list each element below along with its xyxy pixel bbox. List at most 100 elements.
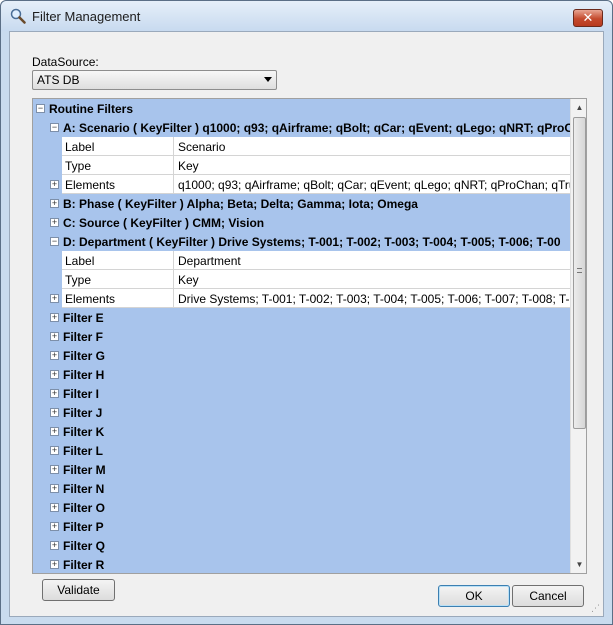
filter-category-row[interactable]: + Filter F (33, 327, 570, 346)
property-value[interactable]: Key (174, 270, 570, 289)
filter-category-row[interactable]: + C: Source ( KeyFilter ) CMM; Vision (33, 213, 570, 232)
resize-grip-icon[interactable]: ⋰ (591, 604, 601, 614)
filter-category-row[interactable]: + Filter G (33, 346, 570, 365)
property-value[interactable]: q1000; q93; qAirframe; qBolt; qCar; qEve… (174, 175, 570, 194)
filter-management-window: Filter Management ✕ DataSource: ATS DB −… (0, 0, 613, 625)
category-label: Filter G (63, 349, 106, 363)
expand-icon[interactable]: + (50, 332, 59, 341)
scroll-thumb[interactable] (573, 117, 586, 429)
row-gutter (33, 270, 62, 289)
expand-icon[interactable]: + (50, 484, 59, 493)
expand-icon[interactable]: + (50, 503, 59, 512)
property-grid: − Routine Filters − A: Scenario ( KeyFilt… (32, 98, 587, 574)
category-label: Filter K (63, 425, 105, 439)
expand-icon[interactable]: + (50, 370, 59, 379)
category-label: C: Source ( KeyFilter ) CMM; Vision (63, 216, 265, 230)
expand-icon[interactable]: + (50, 389, 59, 398)
collapse-icon[interactable]: − (50, 237, 59, 246)
expand-icon[interactable]: + (50, 199, 59, 208)
expand-icon[interactable]: + (50, 351, 59, 360)
routine-filters-category[interactable]: − Routine Filters (33, 99, 570, 118)
category-label: Routine Filters (49, 102, 134, 116)
ok-button[interactable]: OK (438, 585, 510, 607)
validate-button[interactable]: Validate (42, 579, 115, 601)
category-label: Filter L (63, 444, 104, 458)
filter-category-row[interactable]: − A: Scenario ( KeyFilter ) q1000; q93; q… (33, 118, 570, 137)
property-row[interactable]: Type Key (33, 270, 570, 289)
category-label: Filter J (63, 406, 103, 420)
property-label: Label (62, 251, 174, 270)
filter-category-row[interactable]: + Filter P (33, 517, 570, 536)
category-label: Filter R (63, 558, 105, 572)
row-gutter (33, 137, 62, 156)
property-row[interactable]: + Elements Drive Systems; T-001; T-002; T-… (33, 289, 570, 308)
filter-category-row[interactable]: + Filter M (33, 460, 570, 479)
property-label: Label (62, 137, 174, 156)
property-label: Type (62, 156, 174, 175)
property-grid-rows: − Routine Filters − A: Scenario ( KeyFilt… (33, 99, 570, 573)
property-row[interactable]: Type Key (33, 156, 570, 175)
thumb-grip-icon (577, 268, 582, 273)
scroll-up-arrow-icon[interactable]: ▲ (571, 99, 586, 116)
property-value[interactable]: Scenario (174, 137, 570, 156)
property-row[interactable]: + Elements q1000; q93; qAirframe; qBolt; q… (33, 175, 570, 194)
expand-icon[interactable]: + (50, 541, 59, 550)
category-label: Filter O (63, 501, 106, 515)
property-label: Type (62, 270, 174, 289)
category-label: B: Phase ( KeyFilter ) Alpha; Beta; Delt… (63, 197, 418, 211)
property-row[interactable]: Label Department (33, 251, 570, 270)
filter-category-row[interactable]: + Filter J (33, 403, 570, 422)
category-label: Filter N (63, 482, 105, 496)
property-value[interactable]: Drive Systems; T-001; T-002; T-003; T-00… (174, 289, 570, 308)
category-label: A: Scenario ( KeyFilter ) q1000; q93; qA… (63, 121, 570, 135)
expand-icon[interactable]: + (50, 218, 59, 227)
property-label: Elements (62, 175, 174, 194)
dialog-body: DataSource: ATS DB − Routine Filters − A:… (9, 31, 604, 617)
window-title: Filter Management (32, 9, 141, 24)
property-row[interactable]: Label Scenario (33, 137, 570, 156)
category-label: D: Department ( KeyFilter ) Drive System… (63, 235, 561, 249)
scroll-down-arrow-icon[interactable]: ▼ (571, 556, 586, 573)
filter-category-row[interactable]: + Filter E (33, 308, 570, 327)
category-label: Filter H (63, 368, 105, 382)
filter-category-row[interactable]: + Filter I (33, 384, 570, 403)
datasource-select[interactable]: ATS DB (32, 70, 277, 90)
expand-icon[interactable]: + (50, 560, 59, 569)
expand-icon[interactable]: + (50, 294, 59, 303)
magnifier-icon (10, 8, 26, 24)
collapse-icon[interactable]: − (50, 123, 59, 132)
category-label: Filter F (63, 330, 104, 344)
expand-icon[interactable]: + (50, 465, 59, 474)
close-button[interactable]: ✕ (573, 9, 603, 27)
expand-icon[interactable]: + (50, 446, 59, 455)
filter-category-row[interactable]: + Filter L (33, 441, 570, 460)
datasource-label: DataSource: (32, 55, 99, 69)
vertical-scrollbar[interactable]: ▲ ▼ (570, 99, 586, 573)
row-gutter (33, 156, 62, 175)
expand-icon[interactable]: + (50, 427, 59, 436)
title-bar[interactable]: Filter Management ✕ (1, 1, 612, 31)
filter-category-row[interactable]: + B: Phase ( KeyFilter ) Alpha; Beta; Del… (33, 194, 570, 213)
filter-category-row[interactable]: + Filter Q (33, 536, 570, 555)
filter-category-row[interactable]: − D: Department ( KeyFilter ) Drive Syste… (33, 232, 570, 251)
category-label: Filter Q (63, 539, 106, 553)
filter-category-row[interactable]: + Filter K (33, 422, 570, 441)
expand-icon[interactable]: + (50, 408, 59, 417)
property-value[interactable]: Key (174, 156, 570, 175)
filter-category-row[interactable]: + Filter H (33, 365, 570, 384)
expand-icon[interactable]: + (50, 313, 59, 322)
category-label: Filter I (63, 387, 100, 401)
cancel-button[interactable]: Cancel (512, 585, 584, 607)
collapse-icon[interactable]: − (36, 104, 45, 113)
datasource-selected-value: ATS DB (37, 73, 80, 87)
property-value[interactable]: Department (174, 251, 570, 270)
dropdown-arrow-icon[interactable] (264, 77, 272, 82)
category-label: Filter M (63, 463, 106, 477)
filter-category-row[interactable]: + Filter O (33, 498, 570, 517)
category-label: Filter E (63, 311, 104, 325)
category-label: Filter P (63, 520, 104, 534)
expand-icon[interactable]: + (50, 180, 59, 189)
filter-category-row[interactable]: + Filter N (33, 479, 570, 498)
expand-icon[interactable]: + (50, 522, 59, 531)
filter-category-row[interactable]: + Filter R (33, 555, 570, 573)
